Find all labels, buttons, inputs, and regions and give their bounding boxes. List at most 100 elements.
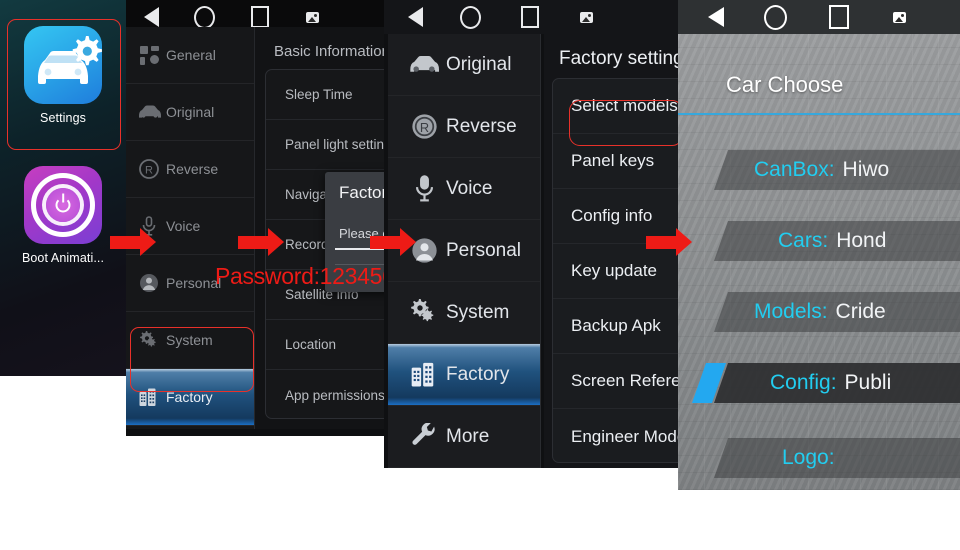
settings-panel: General Original R Reverse Voice Persona… <box>126 0 384 436</box>
arrow-settings-to-password <box>238 228 286 256</box>
recents-square-icon[interactable] <box>521 6 539 28</box>
car-choose-row-cars[interactable]: Cars: Hond <box>714 221 960 261</box>
sidebar-item-voice[interactable]: Voice <box>388 158 540 220</box>
list-item[interactable]: Engineer Mode <box>553 409 678 462</box>
sidebar-label: Voice <box>446 177 493 199</box>
factory-setting-panel: Original R Reverse Voice Personal System… <box>384 0 678 468</box>
car-choose-panel: Car Choose CanBox: Hiwo Cars: Hond Model… <box>678 0 960 490</box>
list-item-label: App permissions <box>285 387 384 403</box>
inner-ring <box>46 188 80 222</box>
list-item-label: Sleep Time <box>285 87 353 102</box>
list-item-label: Key update <box>571 261 658 280</box>
title-divider <box>678 113 960 115</box>
highlight-box-settings <box>7 19 121 150</box>
android-navbar <box>678 0 960 34</box>
row-key: Models: <box>754 300 828 323</box>
car-choose-row-config[interactable]: Config: Publi <box>692 363 960 403</box>
recents-square-icon[interactable] <box>829 5 849 29</box>
sidebar-label: Personal <box>166 275 222 291</box>
page-title: Car Choose <box>726 72 844 97</box>
sidebar-label: Original <box>166 104 215 120</box>
list-item-label: Record <box>285 237 329 252</box>
car-choose-background <box>678 34 960 490</box>
microphone-icon <box>402 175 446 202</box>
launcher-panel: Settings Boot Animati... <box>0 0 126 376</box>
app-boot-animation-label: Boot Animati... <box>21 251 105 265</box>
list-item[interactable]: Panel light setting <box>266 120 384 170</box>
sidebar-label: Reverse <box>166 161 219 177</box>
screenshot-icon[interactable] <box>893 11 906 23</box>
sidebar-label: Voice <box>166 218 201 234</box>
sidebar-item-system[interactable]: System <box>388 282 540 344</box>
page-title: Basic Information <box>274 43 384 60</box>
reverse-r-icon: R <box>132 159 166 179</box>
svg-text:R: R <box>419 120 428 135</box>
sidebar-label: Reverse <box>446 115 517 137</box>
car-original-icon <box>402 54 446 75</box>
highlight-box-select-models <box>569 100 678 146</box>
password-annotation: Password:123456 <box>215 263 395 289</box>
gears-system-icon <box>402 299 446 326</box>
sidebar-item-more[interactable]: More <box>388 406 540 468</box>
list-item[interactable]: App permissions <box>266 370 384 418</box>
row-value: Hiwo <box>842 158 890 181</box>
sidebar-item-reverse[interactable]: R Reverse <box>126 141 254 198</box>
sidebar-item-original[interactable]: Original <box>388 34 540 96</box>
highlight-box-factory <box>130 327 254 392</box>
car-choose-row-logo[interactable]: Logo: <box>714 438 960 478</box>
sidebar-item-original[interactable]: Original <box>126 84 254 141</box>
sidebar-label: Original <box>446 53 512 75</box>
android-navbar <box>384 0 678 34</box>
power-boot-animation-icon <box>24 166 102 244</box>
list-item[interactable]: Backup Apk <box>553 299 678 354</box>
sidebar-item-reverse[interactable]: R Reverse <box>388 96 540 158</box>
sidebar-item-factory[interactable]: Factory <box>388 344 540 406</box>
row-value: Hond <box>836 229 887 252</box>
list-item-label: Panel light setting <box>285 137 384 152</box>
arrow-password-to-factory <box>370 228 418 256</box>
sidebar-label: General <box>166 47 216 63</box>
row-value: Cride <box>835 300 886 323</box>
sidebar-item-general[interactable]: General <box>126 27 254 84</box>
back-triangle-icon[interactable] <box>408 7 423 27</box>
list-item[interactable]: Screen Referen <box>553 354 678 409</box>
row-key: Cars: <box>778 229 829 252</box>
list-item-label: Location <box>285 337 337 352</box>
row-key: CanBox: <box>754 158 835 181</box>
screenshot-icon[interactable] <box>306 11 319 23</box>
list-item[interactable]: Location <box>266 320 384 370</box>
factory-building-icon <box>402 362 446 388</box>
list-item-label: Config info <box>571 206 653 225</box>
car-choose-row-models[interactable]: Models: Cride <box>714 292 960 332</box>
list-item-label: Engineer Mode <box>571 426 678 446</box>
arrow-factory-to-carchoose <box>646 228 694 256</box>
car-choose-row-canbox[interactable]: CanBox: Hiwo <box>714 150 960 190</box>
car-original-icon <box>132 104 166 120</box>
list-item-label: Panel keys <box>571 151 655 170</box>
recents-square-icon[interactable] <box>251 6 269 28</box>
list-item-label: Backup Apk <box>571 316 661 335</box>
app-boot-animation[interactable]: Boot Animati... <box>0 166 126 265</box>
sidebar-label: Personal <box>446 239 521 261</box>
page-title: Factory setting <box>559 48 678 69</box>
dialog-title: Factory <box>339 183 384 202</box>
screenshot-icon[interactable] <box>580 11 593 23</box>
home-circle-icon[interactable] <box>194 5 215 29</box>
sidebar-label: System <box>446 301 510 323</box>
svg-text:R: R <box>145 165 153 177</box>
power-symbol-icon <box>55 197 71 213</box>
home-circle-icon[interactable] <box>764 4 787 30</box>
wrench-more-icon <box>402 423 446 450</box>
row-key: Config: <box>770 371 837 394</box>
sidebar-label: Factory <box>446 363 510 385</box>
list-item-label: Screen Referen <box>571 371 678 390</box>
row-value: Publi <box>844 371 892 394</box>
back-triangle-icon[interactable] <box>708 7 724 27</box>
back-triangle-icon[interactable] <box>144 7 159 27</box>
person-avatar-icon <box>132 273 166 293</box>
row-key: Logo: <box>782 446 835 469</box>
home-circle-icon[interactable] <box>460 5 481 29</box>
list-item[interactable]: Sleep Time <box>266 70 384 120</box>
reverse-r-icon: R <box>402 113 446 140</box>
sidebar-label: More <box>446 425 490 447</box>
